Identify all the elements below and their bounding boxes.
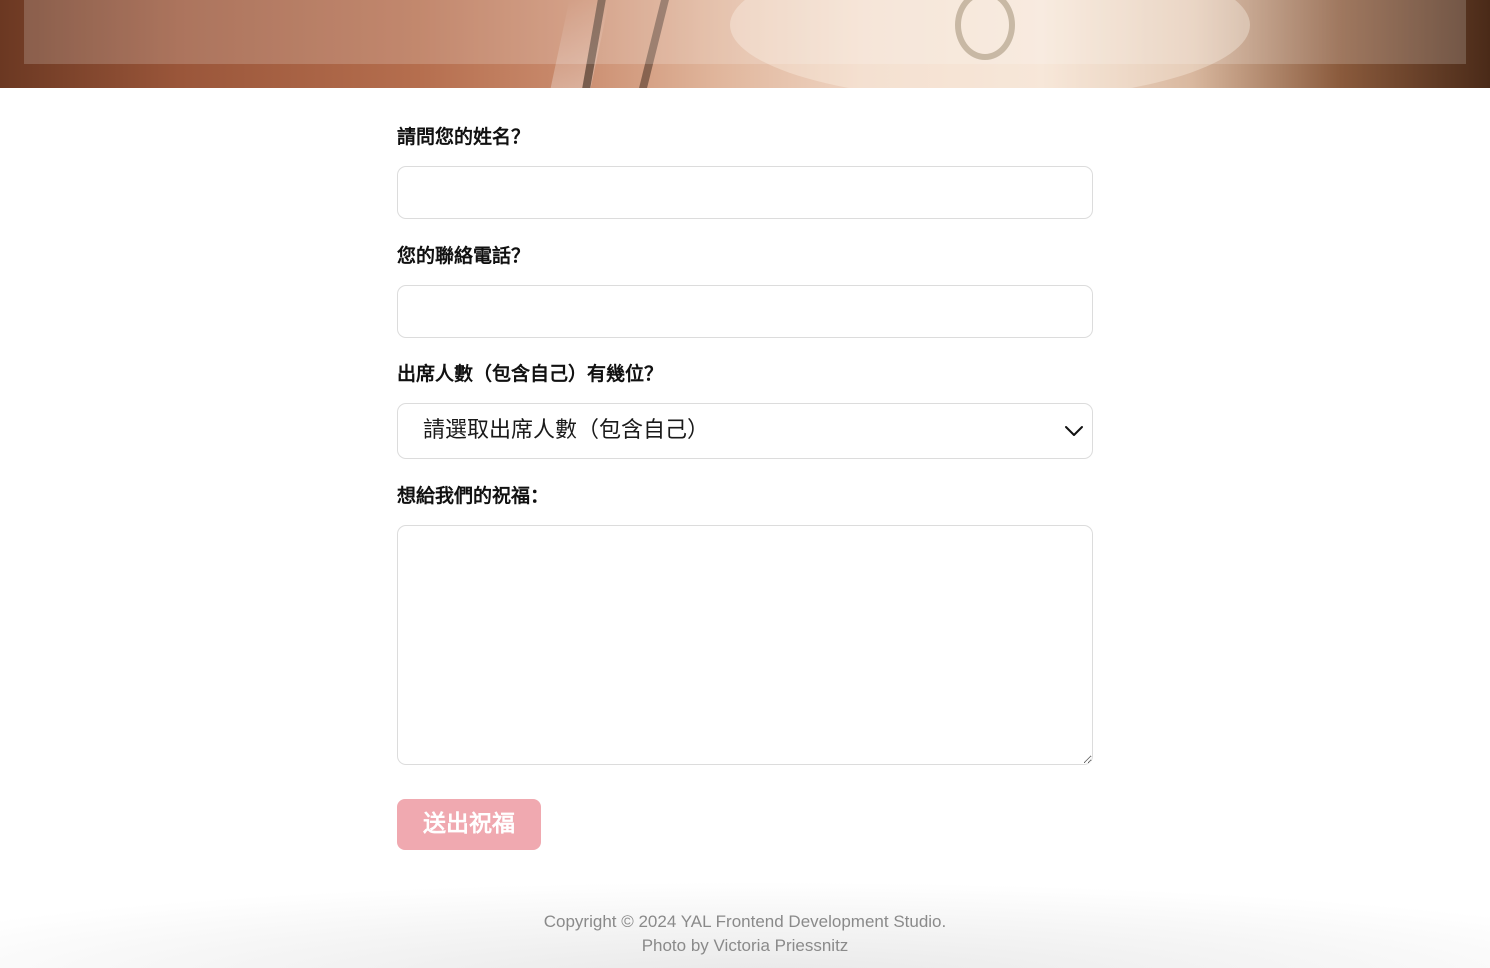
footer: Copyright © 2024 YAL Frontend Developmen… [0, 878, 1490, 968]
name-label: 請問您的姓名？ [397, 126, 531, 148]
footer-photo-credit: Photo by Victoria Priessnitz [641, 936, 849, 955]
rsvp-card: 請問您的姓名？ 您的聯絡電話？ 出席人數（包含自己）有幾位？ 請選取出席人數（包… [0, 88, 1490, 968]
hero-photo [0, 0, 1490, 88]
hero-overlay [24, 0, 1466, 64]
submit-button[interactable]: 送出祝福 [397, 799, 541, 850]
name-input[interactable] [397, 166, 1093, 219]
attendees-select-value: 請選取出席人數（包含自己） [423, 418, 710, 443]
blessing-label: 想給我們的祝福： [397, 485, 550, 507]
footer-copyright: Copyright © 2024 YAL Frontend Developmen… [543, 912, 947, 931]
phone-label: 您的聯絡電話？ [397, 245, 531, 267]
phone-input[interactable] [397, 285, 1093, 338]
blessing-textarea[interactable] [397, 525, 1093, 765]
chevron-down-icon [1065, 426, 1083, 436]
attendees-label: 出席人數（包含自己）有幾位？ [397, 363, 664, 385]
attendees-select[interactable]: 請選取出席人數（包含自己） [397, 403, 1093, 459]
